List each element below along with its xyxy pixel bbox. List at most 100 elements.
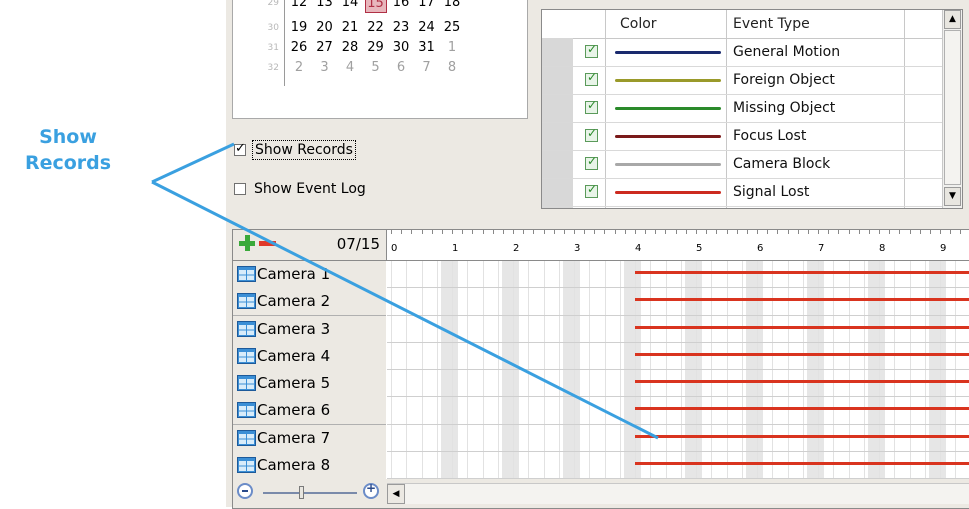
scroll-thumb[interactable] [944,30,961,185]
record-bar[interactable] [635,435,969,438]
record-bar[interactable] [635,298,969,301]
add-icon[interactable] [239,235,255,251]
camera-row[interactable]: Camera 5 [233,370,386,398]
camera-row[interactable]: Camera 6 [233,397,386,425]
calendar-day[interactable]: 23 [390,20,412,36]
camera-label: Camera 8 [257,456,331,474]
event-type-checkbox[interactable] [585,182,598,198]
show-event-log-label[interactable]: Show Event Log [252,180,368,198]
calendar-day[interactable]: 20 [314,20,336,36]
camera-label: Camera 3 [257,320,331,338]
zoom-slider-track[interactable] [263,492,357,494]
event-type-row[interactable]: Missing Object [542,95,942,123]
ruler-tick [513,230,514,234]
grid-line [528,261,529,479]
calendar-day[interactable]: 21 [339,20,361,36]
calendar-day[interactable]: 25 [441,20,463,36]
event-type-row[interactable]: General Motion [542,39,942,67]
calendar-day[interactable]: 14 [339,0,361,11]
calendar-day[interactable]: 13 [314,0,336,11]
grid-row-line [387,424,969,425]
calendar-day[interactable]: 18 [441,0,463,11]
calendar-day[interactable]: 17 [416,0,438,11]
event-type-checkbox[interactable] [585,98,598,114]
grid-row-line [387,342,969,343]
event-type-row[interactable]: Camera Block [542,151,942,179]
event-type-row[interactable]: Foreign Object [542,67,942,95]
calendar-day[interactable]: 22 [365,20,387,36]
timeline-horizontal-scrollbar[interactable]: ◀ [387,483,969,504]
record-bar[interactable] [635,462,969,465]
calendar-day[interactable]: 27 [314,40,336,56]
hour-label: 0 [391,243,398,254]
calendar-day[interactable]: 28 [339,40,361,56]
ruler-tick [665,230,666,234]
event-type-checkbox[interactable] [585,70,598,86]
calendar-day[interactable]: 1 [441,40,463,56]
ruler-tick [533,230,534,234]
event-type-checkbox[interactable] [585,126,598,142]
camera-row[interactable]: Camera 7 [233,425,386,453]
calendar-day-today[interactable]: 15 [364,0,387,13]
calendar-day[interactable]: 5 [365,60,387,76]
ruler-tick [452,230,453,234]
camera-row[interactable]: Camera 2 [233,288,386,316]
zoom-in-icon[interactable] [363,481,379,499]
grid-line [818,261,819,479]
hour-label: 6 [757,243,764,254]
scroll-down-button[interactable]: ▼ [944,187,961,206]
zoom-slider-thumb[interactable] [299,486,304,499]
calendar-day[interactable]: 30 [390,40,412,56]
event-type-row[interactable]: Focus Lost [542,123,942,151]
ruler-tick [910,230,911,234]
ruler-tick [432,230,433,234]
event-type-checkbox[interactable] [585,42,598,58]
calendar-day[interactable]: 12 [288,0,310,11]
grid-line [742,261,743,479]
show-event-log-option[interactable]: Show Event Log [234,180,368,198]
calendar-day[interactable]: 4 [339,60,361,76]
calendar-day[interactable]: 26 [288,40,310,56]
camera-row[interactable]: Camera 8 [233,452,386,480]
show-records-option[interactable]: Show Records [234,140,356,160]
calendar-day[interactable]: 2 [288,60,310,76]
camera-row[interactable]: Camera 1 [233,261,386,289]
camera-icon [237,293,256,309]
record-grid[interactable] [387,261,969,479]
scroll-left-button[interactable]: ◀ [387,484,405,504]
record-bar[interactable] [635,326,969,329]
calendar-day[interactable]: 24 [416,20,438,36]
calendar-day[interactable]: 31 [416,40,438,56]
ruler-tick [554,230,555,234]
calendar-day[interactable]: 6 [390,60,412,76]
record-bar[interactable] [635,271,969,274]
camera-row[interactable]: Camera 4 [233,343,386,371]
grid-line [650,261,651,479]
grid-line [422,261,423,479]
calendar-day[interactable]: 7 [416,60,438,76]
record-bar[interactable] [635,407,969,410]
calendar-day[interactable]: 8 [441,60,463,76]
callout-line-1: Show [39,126,97,148]
zoom-out-icon[interactable] [237,483,253,499]
calendar-day[interactable]: 16 [390,0,412,11]
event-type-row[interactable]: Signal Lost [542,179,942,207]
calendar-day[interactable]: 29 [365,40,387,56]
show-event-log-checkbox[interactable] [234,183,246,195]
calendar-day[interactable]: 19 [288,20,310,36]
record-bar[interactable] [635,353,969,356]
calendar-day[interactable]: 3 [314,60,336,76]
hour-label: 7 [818,243,825,254]
event-type-checkbox[interactable] [585,154,598,170]
event-table-scrollbar[interactable]: ▲ ▼ [942,10,962,208]
record-bar[interactable] [635,380,969,383]
grid-line [879,261,880,479]
hour-label: 5 [696,243,703,254]
remove-icon[interactable] [259,241,276,246]
show-records-label[interactable]: Show Records [252,140,356,160]
week-number: 30 [267,23,279,33]
camera-row[interactable]: Camera 3 [233,316,386,344]
scroll-up-button[interactable]: ▲ [944,10,961,29]
show-records-checkbox[interactable] [234,141,246,156]
month-calendar: 29 30 31 32 12 13 14 15 16 17 18 19 20 21 22 23 24 25 26 2… [232,0,528,119]
